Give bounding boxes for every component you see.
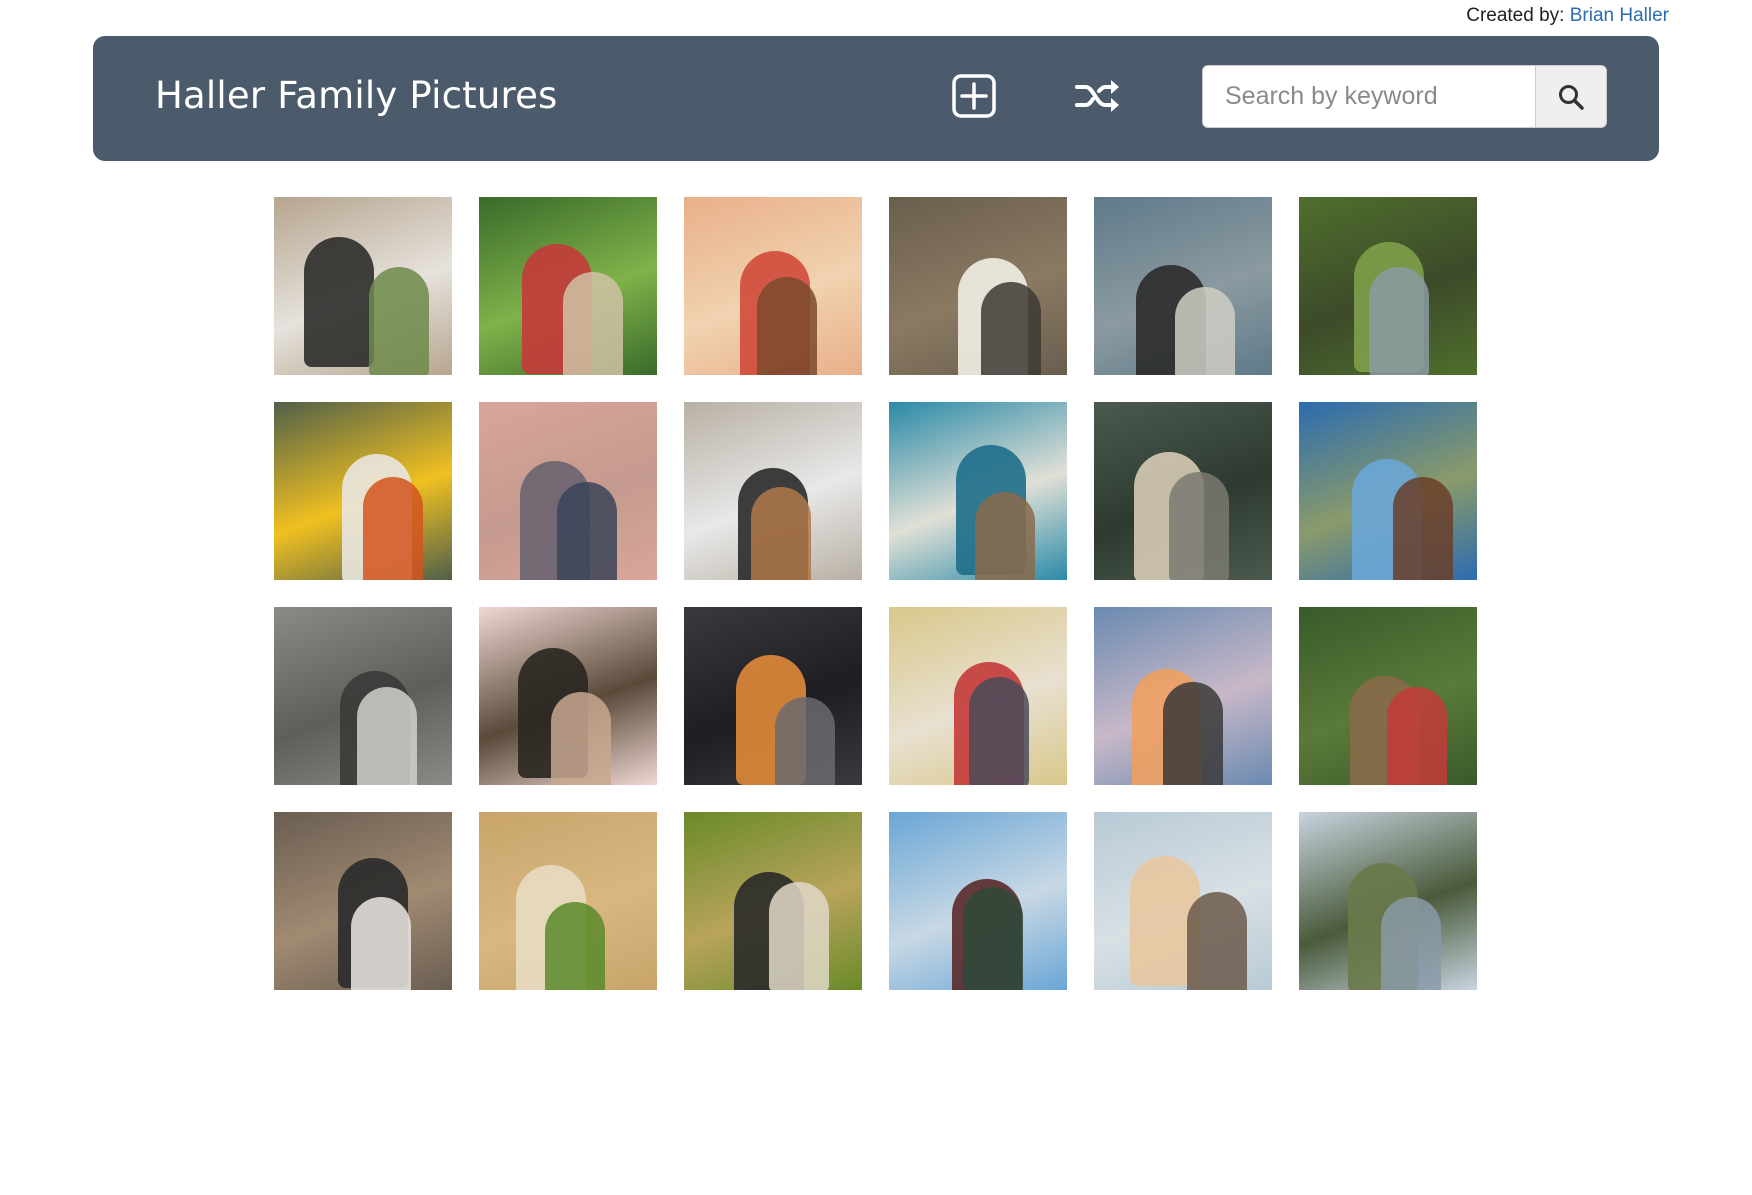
- photo-thumbnail[interactable]: [1094, 607, 1272, 785]
- photo-thumbnail[interactable]: [274, 402, 452, 580]
- photo-detail: [975, 492, 1035, 580]
- photo-detail: [1175, 287, 1235, 375]
- add-photo-button[interactable]: [950, 72, 998, 120]
- photo-thumbnail[interactable]: [1299, 402, 1477, 580]
- photo-detail: [1187, 892, 1247, 990]
- photo-thumbnail[interactable]: [1299, 607, 1477, 785]
- photo-detail: [357, 687, 417, 785]
- navbar: Haller Family Pictures: [93, 36, 1659, 161]
- photo-detail: [1387, 687, 1447, 785]
- photo-detail: [545, 902, 605, 990]
- search-button[interactable]: [1535, 66, 1606, 127]
- photo-detail: [751, 487, 811, 580]
- photo-detail: [557, 482, 617, 580]
- photo-thumbnail[interactable]: [1299, 812, 1477, 990]
- search-icon: [1559, 84, 1584, 110]
- photo-detail: [969, 677, 1029, 785]
- photo-thumbnail[interactable]: [1094, 197, 1272, 375]
- photo-thumbnail[interactable]: [684, 812, 862, 990]
- photo-detail: [351, 897, 411, 990]
- photo-detail: [1369, 267, 1429, 375]
- site-title[interactable]: Haller Family Pictures: [155, 74, 558, 117]
- photo-thumbnail[interactable]: [889, 197, 1067, 375]
- photo-thumbnail[interactable]: [274, 812, 452, 990]
- photo-thumbnail[interactable]: [684, 402, 862, 580]
- photo-thumbnail[interactable]: [684, 607, 862, 785]
- photo-detail: [963, 887, 1023, 990]
- photo-thumbnail[interactable]: [889, 607, 1067, 785]
- photo-detail: [563, 272, 623, 375]
- credit-line: Created by: Brian Haller: [1466, 5, 1669, 27]
- photo-detail: [1163, 682, 1223, 785]
- photo-detail: [1169, 472, 1229, 580]
- photo-thumbnail[interactable]: [479, 402, 657, 580]
- search-input[interactable]: [1203, 66, 1545, 127]
- photo-thumbnail[interactable]: [684, 197, 862, 375]
- photo-detail: [551, 692, 611, 785]
- search-form: [1202, 65, 1607, 128]
- photo-detail: [1393, 477, 1453, 580]
- photo-thumbnail[interactable]: [889, 402, 1067, 580]
- plus-square-icon: [952, 74, 996, 118]
- photo-thumbnail[interactable]: [1094, 402, 1272, 580]
- photo-thumbnail[interactable]: [1299, 197, 1477, 375]
- photo-thumbnail[interactable]: [479, 812, 657, 990]
- photo-thumbnail[interactable]: [1094, 812, 1272, 990]
- photo-thumbnail[interactable]: [274, 197, 452, 375]
- photo-detail: [769, 882, 829, 990]
- credit-prefix: Created by:: [1466, 5, 1565, 26]
- photo-detail: [369, 267, 429, 375]
- photo-grid: [274, 197, 1478, 990]
- photo-subject: [304, 237, 374, 367]
- photo-thumbnail[interactable]: [889, 812, 1067, 990]
- photo-detail: [775, 697, 835, 785]
- photo-thumbnail[interactable]: [479, 607, 657, 785]
- shuffle-icon: [1075, 80, 1119, 112]
- photo-detail: [757, 277, 817, 375]
- photo-thumbnail[interactable]: [274, 607, 452, 785]
- photo-thumbnail[interactable]: [479, 197, 657, 375]
- shuffle-button[interactable]: [1073, 72, 1121, 120]
- photo-detail: [363, 477, 423, 580]
- photo-detail: [981, 282, 1041, 375]
- photo-detail: [1381, 897, 1441, 990]
- author-link[interactable]: Brian Haller: [1570, 5, 1669, 26]
